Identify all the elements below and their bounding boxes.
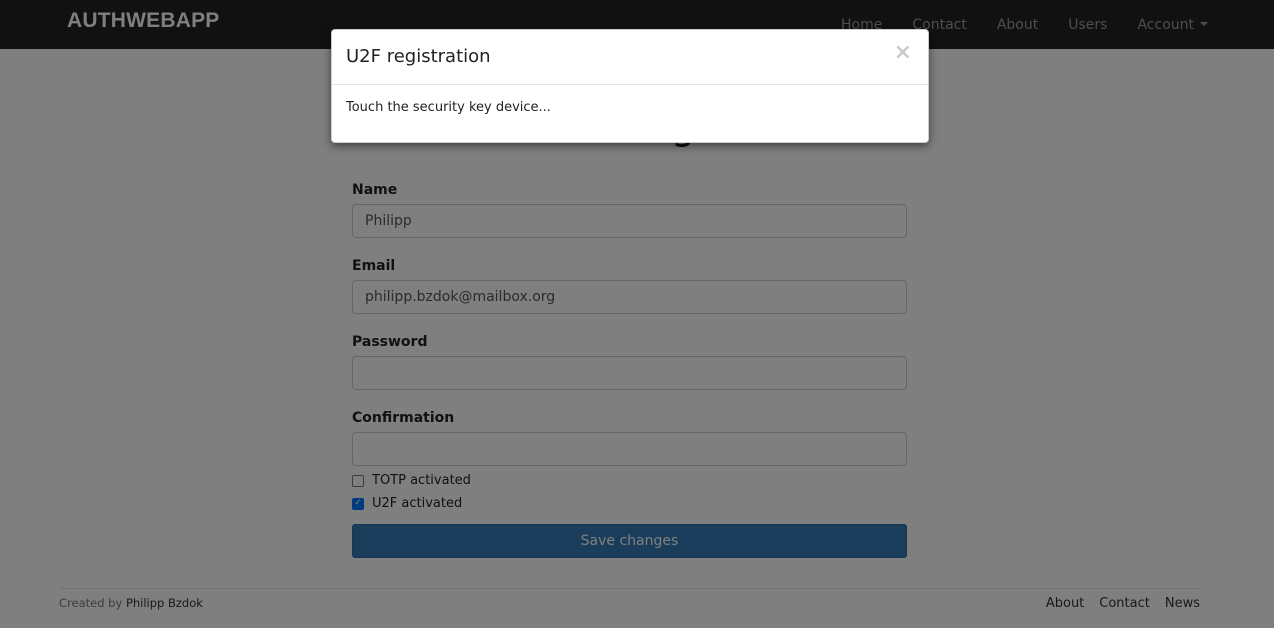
- modal-title: U2F registration: [346, 46, 491, 67]
- modal-header: U2F registration ×: [332, 30, 928, 85]
- modal-body: Touch the security key device...: [332, 85, 928, 130]
- u2f-registration-modal: U2F registration × Touch the security ke…: [331, 29, 929, 143]
- close-icon[interactable]: ×: [894, 42, 912, 64]
- modal-message: Touch the security key device...: [346, 100, 551, 115]
